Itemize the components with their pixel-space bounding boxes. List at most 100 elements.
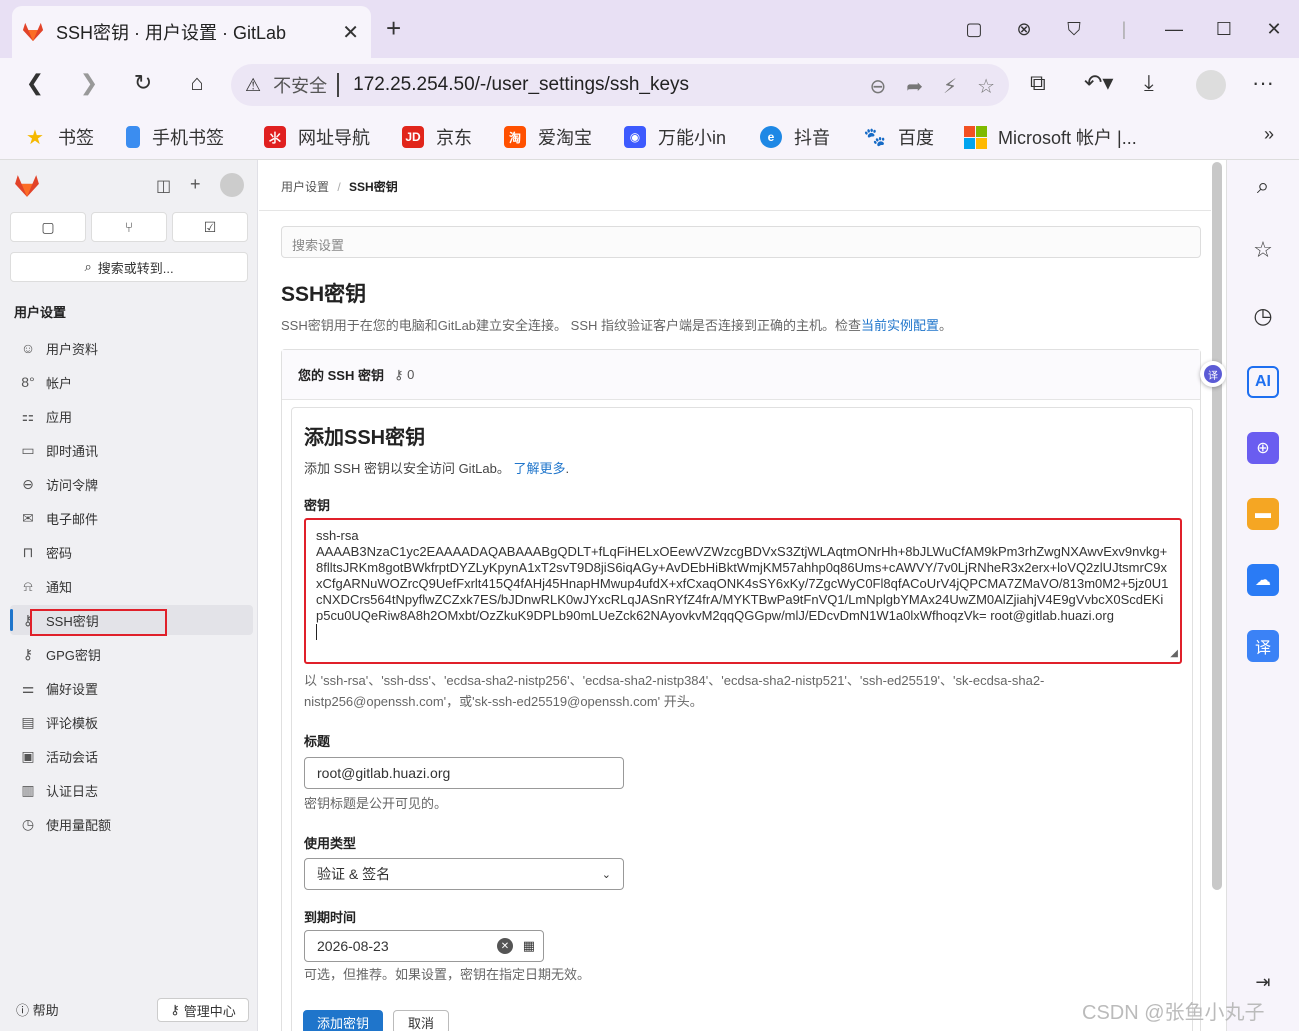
resize-handle-icon[interactable]: ◢	[1170, 646, 1178, 662]
bookmark-item[interactable]: 手机书签	[126, 124, 224, 150]
sidebar-item-notifications[interactable]: ⍾ 通知	[10, 571, 253, 601]
more-menu-icon[interactable]: ···	[1252, 70, 1274, 96]
search-icon[interactable]: ⌕	[1247, 170, 1279, 202]
issues-button[interactable]: ▢	[10, 212, 86, 242]
sidebar-item-tokens[interactable]: ⊖ 访问令牌	[10, 469, 253, 499]
learn-more-link[interactable]: 了解更多	[514, 461, 566, 476]
sidebar-item-auth-log[interactable]: ▥ 认证日志	[10, 775, 253, 805]
sidebar-item-emails[interactable]: ✉ 电子邮件	[10, 503, 253, 533]
bookmark-item[interactable]: JD 京东	[402, 124, 472, 150]
tab-count-icon[interactable]: ▢	[949, 19, 999, 40]
settings-search-input[interactable]: 搜索设置	[281, 226, 1201, 258]
add-key-form: 添加SSH密钥 添加 SSH 密钥以安全访问 GitLab。 了解更多. 密钥 …	[291, 407, 1193, 1031]
share-icon[interactable]: ➦	[906, 74, 923, 99]
favorites-star-icon[interactable]: ☆	[1247, 234, 1279, 266]
page-description: SSH密钥用于在您的电脑和GitLab建立安全连接。 SSH 指纹验证客户端是否…	[281, 318, 953, 333]
sidebar-item-active-sessions[interactable]: ▣ 活动会话	[10, 741, 253, 771]
tab-bar: SSH密钥 · 用户设置 · GitLab ✕ + ▢ ⊗ ⛉ | — ☐ ✕	[0, 0, 1299, 58]
expires-hint: 可选，但推荐。如果设置，密钥在指定日期无效。	[304, 967, 591, 982]
lightning-icon[interactable]: ⚡	[943, 74, 957, 99]
forward-icon[interactable]: ❯	[74, 70, 104, 96]
sidebar-item-applications[interactable]: ⚏ 应用	[10, 401, 253, 431]
form-title: 添加SSH密钥	[304, 427, 426, 449]
sidebar-item-chat[interactable]: ▭ 即时通讯	[10, 435, 253, 465]
bookmark-item[interactable]: ⺢网址导航	[264, 124, 370, 150]
translate-icon: 译	[1204, 365, 1222, 383]
history-clock-icon[interactable]: ◷	[1247, 300, 1279, 332]
extension-puzzle-icon[interactable]: ⧉	[1030, 70, 1046, 96]
download-icon[interactable]: ⤓	[1144, 70, 1154, 96]
chat-icon: ▭	[21, 441, 35, 458]
clear-icon[interactable]: ✕	[497, 938, 513, 954]
bookmark-item[interactable]: Microsoft 帐户 |...	[963, 124, 1137, 150]
bookmark-item[interactable]: 🐾 百度	[864, 124, 934, 150]
reload-icon[interactable]: ↻	[128, 70, 158, 96]
ssh-keys-card: 您的 SSH 密钥 ⚷ 0 添加SSH密钥 添加 SSH 密钥以安全访问 Git…	[281, 349, 1201, 1031]
security-label: 不安全	[273, 76, 328, 96]
game-controller-icon[interactable]: ⊕	[1247, 432, 1279, 464]
microsoft-icon	[963, 126, 987, 149]
toggle-sidebar-icon[interactable]: ◫	[156, 176, 171, 196]
expires-date-input[interactable]: 2026-08-23 ✕ ▦	[304, 930, 544, 962]
title-input[interactable]: root@gitlab.huazi.org	[304, 757, 624, 789]
browser-side-panel: ⌕ ☆ ◷ AI ⊕ ▬ ☁ 译 ⇥	[1226, 160, 1299, 1031]
sidebar-item-preferences[interactable]: ⚌ 偏好设置	[10, 673, 253, 703]
browser-tab[interactable]: SSH密钥 · 用户设置 · GitLab ✕	[12, 6, 371, 58]
help-button[interactable]: ⓘ 帮助	[16, 1000, 59, 1019]
zoom-icon[interactable]: ⊖	[869, 74, 886, 99]
breadcrumb-parent[interactable]: 用户设置	[281, 180, 329, 194]
undo-icon[interactable]: ↶▾	[1084, 70, 1113, 96]
bookmark-item[interactable]: ★ 书签	[24, 124, 94, 150]
close-tab-icon[interactable]: ✕	[342, 20, 359, 45]
new-tab-icon[interactable]: +	[386, 14, 401, 42]
cloud-upload-icon[interactable]: ☁	[1247, 564, 1279, 596]
extensions-icon[interactable]: ⛉	[1049, 19, 1099, 40]
gitlab-logo-icon[interactable]	[14, 174, 40, 198]
sidebar-item-profile[interactable]: ☺ 用户资料	[10, 333, 253, 363]
usage-type-select[interactable]: 验证 & 签名 ⌄	[304, 858, 624, 890]
highlight-box	[30, 609, 167, 636]
sidebar-item-comment-templates[interactable]: ▤ 评论模板	[10, 707, 253, 737]
watermark: CSDN @张鱼小丸子	[1082, 1002, 1265, 1024]
preferences-icon: ⚌	[21, 679, 35, 696]
ai-icon[interactable]: AI	[1247, 366, 1279, 398]
bookmark-item[interactable]: ◉ 万能小in	[624, 124, 726, 150]
merge-requests-button[interactable]: ⑂	[91, 212, 167, 242]
minimize-icon[interactable]: —	[1149, 19, 1199, 40]
maximize-icon[interactable]: ☐	[1199, 19, 1249, 40]
profile-avatar-icon[interactable]	[1196, 70, 1226, 100]
comment-icon: ▤	[21, 713, 35, 730]
calendar-icon[interactable]: ▦	[523, 938, 535, 954]
sidebar-section-title: 用户设置	[14, 305, 67, 320]
create-new-icon[interactable]: +	[190, 174, 201, 195]
favorite-star-icon[interactable]: ☆	[977, 74, 995, 99]
cancel-button[interactable]: 取消	[393, 1010, 449, 1031]
translate-panel-icon[interactable]: 译	[1247, 630, 1279, 662]
user-avatar[interactable]	[220, 173, 244, 197]
bookmark-item[interactable]: 淘爱淘宝	[504, 124, 592, 150]
incognito-icon[interactable]: ⊗	[999, 19, 1049, 40]
add-key-button[interactable]: 添加密钥	[303, 1010, 383, 1031]
translate-float-button[interactable]: 译	[1200, 361, 1226, 387]
collapse-panel-icon[interactable]: ⇥	[1247, 966, 1279, 998]
title-hint: 密钥标题是公开可见的。	[304, 796, 448, 811]
address-bar[interactable]: ⚠ 不安全 172.25.254.50/-/user_settings/ssh_…	[231, 64, 1009, 106]
key-textarea[interactable]: ssh-rsa AAAAB3NzaC1yc2EAAAADAQABAAABgQDL…	[304, 518, 1182, 664]
sidebar-item-gpg-keys[interactable]: ⚷ GPG密钥	[10, 639, 253, 669]
sidebar-search-button[interactable]: ⌕ 搜索或转到...	[10, 252, 248, 282]
sidebar-item-account[interactable]: 8° 帐户	[10, 367, 253, 397]
gpg-key-icon: ⚷	[22, 645, 34, 662]
home-icon[interactable]: ⌂	[182, 70, 212, 96]
bookmark-item[interactable]: e 抖音	[760, 124, 830, 150]
todos-button[interactable]: ☑	[172, 212, 248, 242]
close-window-icon[interactable]: ✕	[1249, 19, 1299, 40]
sidebar-item-password[interactable]: ⊓ 密码	[10, 537, 253, 567]
url-text[interactable]: 172.25.254.50/-/user_settings/ssh_keys	[353, 74, 689, 96]
scrollbar[interactable]	[1212, 162, 1222, 890]
bookmarks-more-icon[interactable]: »	[1264, 124, 1274, 145]
sidebar-item-usage-quotas[interactable]: ◷ 使用量配额	[10, 809, 253, 839]
admin-area-button[interactable]: ⚷ 管理中心	[157, 998, 249, 1022]
instance-config-link[interactable]: 当前实例配置	[861, 318, 939, 333]
toolbox-icon[interactable]: ▬	[1247, 498, 1279, 530]
back-icon[interactable]: ❮	[20, 70, 50, 96]
